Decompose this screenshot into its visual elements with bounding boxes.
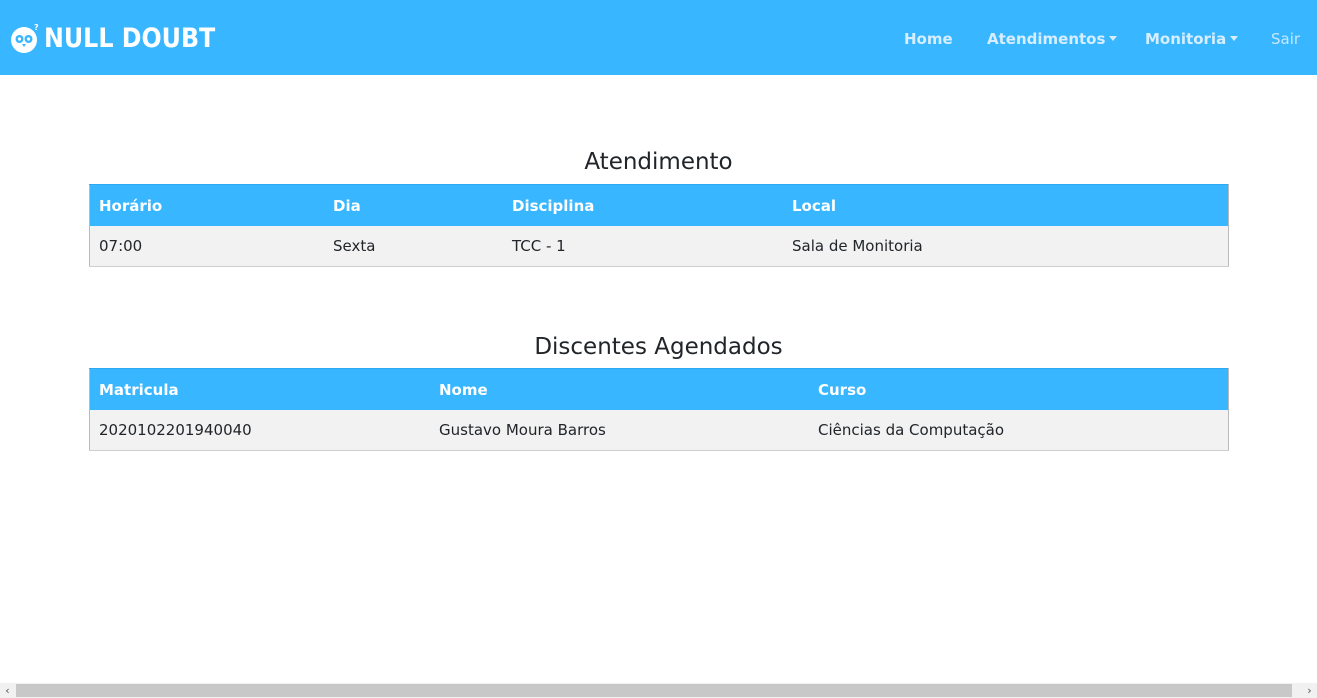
nav-atendimentos-label: Atendimentos	[987, 30, 1106, 48]
discentes-table: Matricula Nome Curso 2020102201940040 Gu…	[89, 368, 1229, 451]
horizontal-scrollbar[interactable]: ‹ ›	[0, 683, 1317, 698]
cell-curso: Ciências da Computação	[809, 410, 1229, 451]
column-header-dia: Dia	[324, 184, 503, 226]
caret-down-icon	[1230, 36, 1239, 41]
atendimento-table: Horário Dia Disciplina Local 07:00 Sexta…	[89, 184, 1229, 267]
column-header-matricula: Matricula	[89, 368, 430, 410]
column-header-nome: Nome	[430, 368, 809, 410]
table-header-row: Matricula Nome Curso	[89, 368, 1229, 410]
nav-sair-link[interactable]: Sair	[1271, 30, 1300, 48]
column-header-curso: Curso	[809, 368, 1229, 410]
brand-name: NULL DOUBT	[44, 23, 216, 54]
scroll-right-icon[interactable]: ›	[1302, 683, 1317, 698]
nav-sair-label: Sair	[1271, 30, 1301, 48]
brand-logo-link[interactable]: ? NULL DOUBT	[10, 22, 239, 56]
cell-dia: Sexta	[324, 226, 503, 267]
nav-home-link[interactable]: Home	[904, 30, 953, 48]
top-navbar: ? NULL DOUBT Home Atendimentos Monitoria…	[0, 0, 1317, 75]
table-header-row: Horário Dia Disciplina Local	[89, 184, 1229, 226]
svg-text:?: ?	[34, 24, 39, 32]
scroll-left-icon[interactable]: ‹	[0, 683, 15, 698]
cell-nome: Gustavo Moura Barros	[430, 410, 809, 451]
cell-disciplina: TCC - 1	[503, 226, 783, 267]
table-row: 2020102201940040 Gustavo Moura Barros Ci…	[89, 410, 1229, 451]
nav-home-label: Home	[904, 30, 953, 48]
nav-monitoria-label: Monitoria	[1145, 30, 1227, 48]
owl-logo-icon: ?	[10, 23, 40, 54]
column-header-disciplina: Disciplina	[503, 184, 783, 226]
scrollbar-thumb[interactable]	[16, 684, 1292, 697]
atendimento-title: Atendimento	[584, 149, 733, 175]
nav-atendimentos-dropdown[interactable]: Atendimentos	[987, 30, 1118, 48]
table-row: 07:00 Sexta TCC - 1 Sala de Monitoria	[89, 226, 1229, 267]
discentes-title: Discentes Agendados	[534, 334, 783, 360]
cell-horario: 07:00	[89, 226, 324, 267]
cell-matricula: 2020102201940040	[89, 410, 430, 451]
column-header-horario: Horário	[89, 184, 324, 226]
column-header-local: Local	[783, 184, 1229, 226]
nav-monitoria-dropdown[interactable]: Monitoria	[1145, 30, 1239, 48]
caret-down-icon	[1109, 36, 1118, 41]
cell-local: Sala de Monitoria	[783, 226, 1229, 267]
